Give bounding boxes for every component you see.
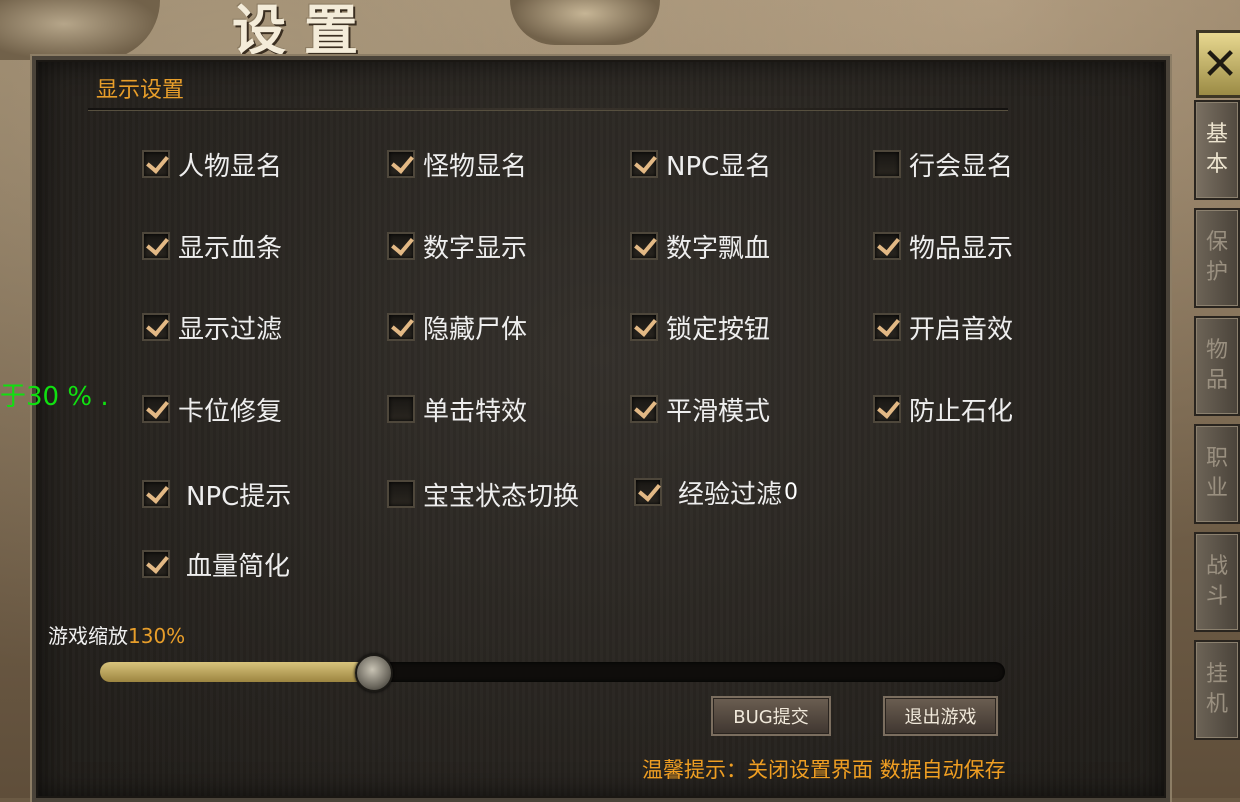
tab-auto[interactable]: 挂 机 — [1194, 640, 1240, 740]
tab-class[interactable]: 职 业 — [1194, 424, 1240, 524]
option-label: 防止石化 — [909, 396, 1014, 427]
option-sound-effects[interactable]: 开启音效 — [873, 309, 1013, 345]
option-label: 怪物显名 — [423, 151, 528, 182]
checkbox[interactable] — [630, 313, 658, 341]
zoom-slider[interactable] — [100, 654, 1005, 692]
option-exp-filter[interactable]: 经验过滤 0 — [634, 474, 798, 510]
tab-label: 保 — [1205, 230, 1228, 255]
option-npc-name[interactable]: NPC显名 — [630, 146, 771, 182]
option-label: 数字显示 — [423, 233, 528, 264]
checkbox[interactable] — [387, 232, 415, 260]
option-label: 行会显名 — [909, 151, 1014, 182]
tab-basic[interactable]: 基 本 — [1194, 100, 1240, 200]
zoom-slider-handle[interactable] — [355, 654, 393, 692]
option-label: 平滑模式 — [666, 396, 771, 427]
checkbox[interactable] — [387, 313, 415, 341]
option-display-filter[interactable]: 显示过滤 — [142, 309, 282, 345]
checkbox[interactable] — [142, 232, 170, 260]
option-prevent-petrify[interactable]: 防止石化 — [873, 391, 1013, 427]
checkbox[interactable] — [142, 313, 170, 341]
option-label: 数字飘血 — [666, 233, 771, 264]
checkbox[interactable] — [142, 395, 170, 423]
tab-label: 物 — [1205, 338, 1228, 363]
exit-game-button[interactable]: 退出游戏 — [883, 696, 998, 736]
checkbox[interactable] — [387, 395, 415, 423]
option-show-hp-bar[interactable]: 显示血条 — [142, 228, 282, 264]
option-number-display[interactable]: 数字显示 — [387, 228, 527, 264]
bug-submit-button[interactable]: BUG提交 — [711, 696, 831, 736]
overlay-status-text: 于30 % . — [0, 382, 109, 412]
checkbox[interactable] — [387, 480, 415, 508]
tab-label: 职 — [1205, 446, 1228, 471]
zoom-slider-fill — [100, 662, 372, 682]
checkbox[interactable] — [873, 232, 901, 260]
option-label: NPC提示 — [186, 481, 292, 512]
tab-label: 机 — [1205, 692, 1228, 717]
option-item-display[interactable]: 物品显示 — [873, 228, 1013, 264]
tab-label: 护 — [1205, 260, 1228, 285]
checkbox[interactable] — [142, 480, 170, 508]
checkbox[interactable] — [142, 550, 170, 578]
option-label: 血量简化 — [186, 551, 291, 582]
checkbox[interactable] — [873, 313, 901, 341]
option-label: 显示过滤 — [178, 314, 283, 345]
close-button[interactable]: ✕ — [1196, 30, 1240, 98]
option-label: 隐藏尸体 — [423, 314, 528, 345]
option-label: 锁定按钮 — [666, 314, 771, 345]
checkbox[interactable] — [873, 395, 901, 423]
option-floating-damage[interactable]: 数字飘血 — [630, 228, 770, 264]
option-label: 经验过滤 — [678, 479, 783, 510]
option-smooth-mode[interactable]: 平滑模式 — [630, 391, 770, 427]
section-divider — [88, 108, 1008, 111]
option-label: 卡位修复 — [178, 396, 283, 427]
tab-protection[interactable]: 保 护 — [1194, 208, 1240, 308]
zoom-label: 游戏缩放130% — [48, 620, 185, 649]
option-guild-name[interactable]: 行会显名 — [873, 146, 1013, 182]
option-label: 单击特效 — [423, 396, 528, 427]
option-hp-simplify[interactable]: 血量简化 — [142, 546, 290, 582]
section-title-display: 显示设置 — [96, 78, 185, 103]
tab-label: 基 — [1205, 122, 1228, 147]
close-icon: ✕ — [1201, 38, 1239, 90]
option-hide-corpses[interactable]: 隐藏尸体 — [387, 309, 527, 345]
option-stuck-fix[interactable]: 卡位修复 — [142, 391, 282, 427]
option-click-effect[interactable]: 单击特效 — [387, 391, 527, 427]
option-label: 显示血条 — [178, 233, 283, 264]
zoom-value: 130% — [128, 624, 186, 648]
tab-label: 本 — [1205, 152, 1228, 177]
option-character-name[interactable]: 人物显名 — [142, 146, 282, 182]
option-npc-hint[interactable]: NPC提示 — [142, 476, 291, 512]
option-label: 宝宝状态切换 — [423, 481, 580, 512]
tab-combat[interactable]: 战 斗 — [1194, 532, 1240, 632]
checkbox[interactable] — [630, 395, 658, 423]
checkbox[interactable] — [142, 150, 170, 178]
tip-text: 温馨提示：关闭设置界面 数据自动保存 — [642, 758, 1006, 782]
checkbox[interactable] — [630, 232, 658, 260]
checkbox[interactable] — [630, 150, 658, 178]
option-label: 人物显名 — [178, 151, 283, 182]
option-lock-buttons[interactable]: 锁定按钮 — [630, 309, 770, 345]
dragon-ornament-center — [510, 0, 660, 45]
tab-label: 战 — [1205, 554, 1228, 579]
checkbox[interactable] — [634, 478, 662, 506]
tab-label: 斗 — [1205, 584, 1228, 609]
exp-filter-value: 0 — [784, 479, 799, 505]
option-monster-name[interactable]: 怪物显名 — [387, 146, 527, 182]
tab-label: 挂 — [1205, 662, 1228, 687]
checkbox[interactable] — [873, 150, 901, 178]
option-label: 开启音效 — [909, 314, 1014, 345]
tab-label: 品 — [1205, 368, 1228, 393]
option-label: NPC显名 — [666, 151, 772, 182]
tab-label: 业 — [1205, 476, 1228, 501]
tab-items[interactable]: 物 品 — [1194, 316, 1240, 416]
zoom-label-text: 游戏缩放 — [48, 624, 128, 648]
checkbox[interactable] — [387, 150, 415, 178]
option-label: 物品显示 — [909, 233, 1014, 264]
option-pet-state-toggle[interactable]: 宝宝状态切换 — [387, 476, 579, 512]
